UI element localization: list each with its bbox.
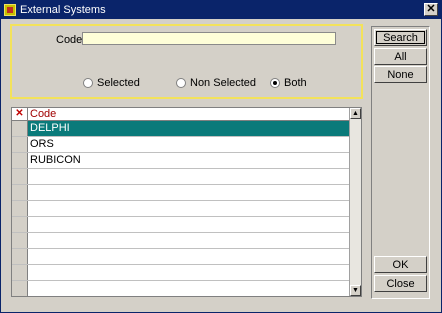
radio-non-selected-icon bbox=[176, 78, 186, 88]
select-column-x-icon[interactable]: ✕ bbox=[12, 108, 28, 120]
systems-grid: ✕ Code DELPHI ORS RUBICON ▲ ▼ bbox=[11, 107, 362, 297]
table-row[interactable] bbox=[12, 217, 350, 233]
radio-both[interactable]: Both bbox=[270, 77, 307, 89]
row-select-cell[interactable] bbox=[12, 153, 28, 168]
table-row[interactable] bbox=[12, 249, 350, 265]
table-row[interactable] bbox=[12, 185, 350, 201]
radio-both-label: Both bbox=[284, 77, 307, 89]
table-row[interactable] bbox=[12, 265, 350, 281]
close-button[interactable]: Close bbox=[374, 275, 427, 292]
row-select-cell[interactable] bbox=[12, 217, 28, 232]
scroll-up-icon[interactable]: ▲ bbox=[350, 108, 361, 119]
vertical-scrollbar[interactable]: ▲ ▼ bbox=[349, 108, 361, 296]
table-row[interactable] bbox=[12, 169, 350, 185]
radio-non-selected-label: Non Selected bbox=[190, 77, 257, 89]
row-select-cell[interactable] bbox=[12, 169, 28, 184]
window-title: External Systems bbox=[20, 4, 106, 16]
table-row[interactable]: ORS bbox=[12, 137, 350, 153]
code-input[interactable] bbox=[82, 32, 336, 45]
table-row[interactable] bbox=[12, 201, 350, 217]
radio-selected-label: Selected bbox=[97, 77, 140, 89]
app-icon bbox=[4, 4, 16, 16]
column-header-code[interactable]: Code bbox=[30, 108, 56, 120]
table-row[interactable]: RUBICON bbox=[12, 153, 350, 169]
row-select-cell[interactable] bbox=[12, 121, 28, 136]
row-code-cell[interactable] bbox=[28, 249, 350, 264]
code-label: Code bbox=[56, 34, 83, 46]
row-code-cell[interactable] bbox=[28, 281, 350, 296]
table-row[interactable] bbox=[12, 281, 350, 296]
all-button[interactable]: All bbox=[374, 48, 427, 65]
table-row[interactable] bbox=[12, 233, 350, 249]
row-code-cell[interactable] bbox=[28, 169, 350, 184]
row-code-cell[interactable] bbox=[28, 217, 350, 232]
row-select-cell[interactable] bbox=[12, 281, 28, 296]
row-select-cell[interactable] bbox=[12, 265, 28, 280]
search-button[interactable]: Search bbox=[374, 29, 427, 46]
scroll-down-icon[interactable]: ▼ bbox=[350, 285, 361, 296]
row-code-cell[interactable] bbox=[28, 265, 350, 280]
row-code-cell[interactable]: RUBICON bbox=[28, 153, 350, 168]
none-button[interactable]: None bbox=[374, 66, 427, 83]
row-select-cell[interactable] bbox=[12, 137, 28, 152]
row-select-cell[interactable] bbox=[12, 249, 28, 264]
row-select-cell[interactable] bbox=[12, 201, 28, 216]
radio-non-selected[interactable]: Non Selected bbox=[176, 77, 256, 89]
row-select-cell[interactable] bbox=[12, 185, 28, 200]
radio-selected[interactable]: Selected bbox=[83, 77, 140, 89]
grid-header: ✕ Code bbox=[12, 108, 350, 121]
external-systems-window: External Systems ✕ Code Selected Non Sel… bbox=[0, 0, 442, 313]
row-code-cell[interactable] bbox=[28, 185, 350, 200]
ok-button[interactable]: OK bbox=[374, 256, 427, 273]
row-code-cell[interactable]: DELPHI bbox=[28, 121, 350, 136]
grid-rows: DELPHI ORS RUBICON bbox=[12, 121, 350, 296]
row-code-cell[interactable]: ORS bbox=[28, 137, 350, 152]
close-window-icon[interactable]: ✕ bbox=[424, 3, 438, 16]
radio-selected-icon bbox=[83, 78, 93, 88]
radio-both-icon bbox=[270, 78, 280, 88]
row-code-cell[interactable] bbox=[28, 233, 350, 248]
row-select-cell[interactable] bbox=[12, 233, 28, 248]
row-code-cell[interactable] bbox=[28, 201, 350, 216]
title-bar[interactable]: External Systems ✕ bbox=[1, 1, 441, 19]
table-row[interactable]: DELPHI bbox=[12, 121, 350, 137]
